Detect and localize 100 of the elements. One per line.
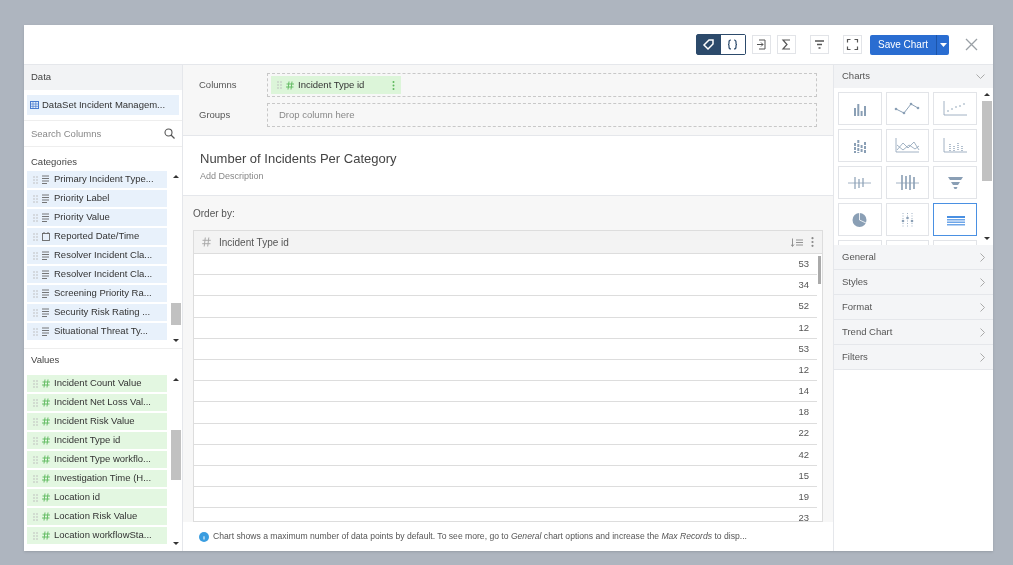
- sigma-button[interactable]: [776, 35, 796, 54]
- lines-icon: [42, 270, 50, 279]
- column-item[interactable]: Incident Net Loss Val...: [27, 394, 167, 411]
- column-item[interactable]: Screening Priority Ra...: [27, 285, 167, 302]
- save-options-button[interactable]: [936, 34, 949, 55]
- chart-title[interactable]: Number of Incidents Per Category: [200, 149, 816, 169]
- scroll-thumb[interactable]: [171, 303, 181, 325]
- close-icon: [964, 38, 978, 51]
- drop-zone[interactable]: Incident Type id: [267, 73, 817, 97]
- fullscreen-icon: [845, 38, 859, 51]
- column-item[interactable]: Primary Incident Type...: [27, 171, 167, 188]
- description-field[interactable]: Add Description: [200, 169, 816, 183]
- drag-handle-icon: [33, 436, 38, 445]
- column-item[interactable]: Resolver Incident Cla...: [27, 266, 167, 283]
- drag-handle-icon: [33, 308, 38, 317]
- drag-handle-icon: [33, 232, 38, 241]
- sigma-icon: [779, 38, 793, 51]
- sort-icon: [791, 237, 803, 247]
- search-field[interactable]: Search Columns: [31, 124, 164, 143]
- table-cell: 42: [194, 444, 817, 466]
- column-item[interactable]: Priority Label: [27, 190, 167, 207]
- column-item[interactable]: Incident Count Value: [27, 375, 167, 392]
- section-title: Categories: [30, 154, 78, 169]
- fullscreen-button[interactable]: [842, 35, 862, 54]
- settings-section[interactable]: Format: [834, 295, 993, 320]
- column-item[interactable]: Location Risk Value: [27, 508, 167, 525]
- settings-section[interactable]: General: [834, 245, 993, 270]
- braces-icon: [726, 38, 740, 51]
- drag-handle-icon: [33, 379, 38, 388]
- drag-handle-icon: [33, 175, 38, 184]
- drag-handle-icon: [33, 512, 38, 521]
- column-item[interactable]: Priority Value: [27, 209, 167, 226]
- table-cell: 22: [194, 423, 817, 445]
- box-chart-icon: [893, 173, 922, 192]
- column-item[interactable]: Reported Date/Time: [27, 228, 167, 245]
- export-button[interactable]: [751, 35, 771, 54]
- info-icon: [199, 531, 209, 542]
- filter-button[interactable]: [809, 35, 829, 54]
- drag-handle-icon: [33, 398, 38, 407]
- hash-icon: [42, 417, 50, 426]
- column-item[interactable]: Incident Type workflo...: [27, 451, 167, 468]
- column-item[interactable]: Situational Threat Ty...: [27, 323, 167, 340]
- search-icon: [164, 128, 175, 139]
- hash-icon: [42, 436, 50, 445]
- section-title: Values: [24, 348, 182, 372]
- scroll-thumb[interactable]: [171, 430, 181, 480]
- lines-icon: [42, 289, 50, 298]
- notice-text: Chart shows a maximum number of data points by default. To see more, go to General chart options and increase the Max Records to disp...: [213, 530, 747, 543]
- chevron-icon: [980, 352, 985, 362]
- table-cell: 52: [194, 296, 817, 318]
- drag-handle-icon: [33, 474, 38, 483]
- drag-handle-icon: [33, 213, 38, 222]
- chevron-icon: [976, 74, 985, 79]
- dataset-item[interactable]: DataSet Incident Managem...: [27, 95, 179, 115]
- scroll-thumb[interactable]: [982, 101, 992, 181]
- table-cell: 15: [194, 465, 817, 488]
- calendar-icon: [42, 232, 50, 241]
- lines-icon: [42, 213, 50, 222]
- settings-section[interactable]: Filters: [834, 345, 993, 370]
- hash-icon: [42, 512, 50, 521]
- hash-icon: [42, 379, 50, 388]
- drag-handle-icon: [33, 417, 38, 426]
- hash-icon: [202, 237, 211, 247]
- table-icon: [30, 101, 39, 109]
- order-by-label: Order by:: [193, 207, 236, 221]
- lines-icon: [42, 308, 50, 317]
- drop-placeholder: Drop column here: [278, 107, 356, 122]
- caret-icon: [939, 42, 947, 47]
- chevron-icon: [980, 252, 985, 262]
- lines-icon: [42, 194, 50, 203]
- column-item[interactable]: Location workflowSta...: [27, 527, 167, 544]
- lines-icon: [42, 175, 50, 184]
- drag-handle-icon: [33, 194, 38, 203]
- drop-zone[interactable]: Drop column here: [267, 103, 817, 127]
- table-cell: 19: [194, 487, 817, 509]
- column-item[interactable]: Incident Type id: [27, 432, 167, 449]
- chevron-icon: [980, 277, 985, 287]
- panel-header: Data: [24, 65, 182, 90]
- save-chart-button[interactable]: Save Chart: [869, 34, 936, 55]
- scroll-thumb[interactable]: [818, 256, 821, 284]
- bar-chart-icon: [853, 101, 866, 116]
- close-button[interactable]: [963, 36, 979, 53]
- table-cell: 12: [194, 359, 817, 382]
- settings-section[interactable]: Trend Chart: [834, 320, 993, 345]
- column-chip[interactable]: Incident Type id: [271, 76, 402, 94]
- column-item[interactable]: Security Risk Rating ...: [27, 304, 167, 321]
- column-header[interactable]: Incident Type id: [194, 231, 822, 254]
- drag-handle-icon: [33, 289, 38, 298]
- panel-header[interactable]: Charts: [834, 65, 993, 88]
- filter-icon: [812, 38, 826, 51]
- table-cell: 53: [194, 338, 817, 360]
- settings-section[interactable]: Styles: [834, 270, 993, 295]
- table-cell: 12: [194, 317, 817, 339]
- tag-toggle[interactable]: [696, 35, 721, 54]
- column-item[interactable]: Incident Risk Value: [27, 413, 167, 430]
- column-item[interactable]: Investigation Time (H...: [27, 470, 167, 487]
- hash-icon: [42, 531, 50, 540]
- column-item[interactable]: Location id: [27, 489, 167, 506]
- table-cell: 14: [194, 381, 817, 403]
- column-item[interactable]: Resolver Incident Cla...: [27, 247, 167, 264]
